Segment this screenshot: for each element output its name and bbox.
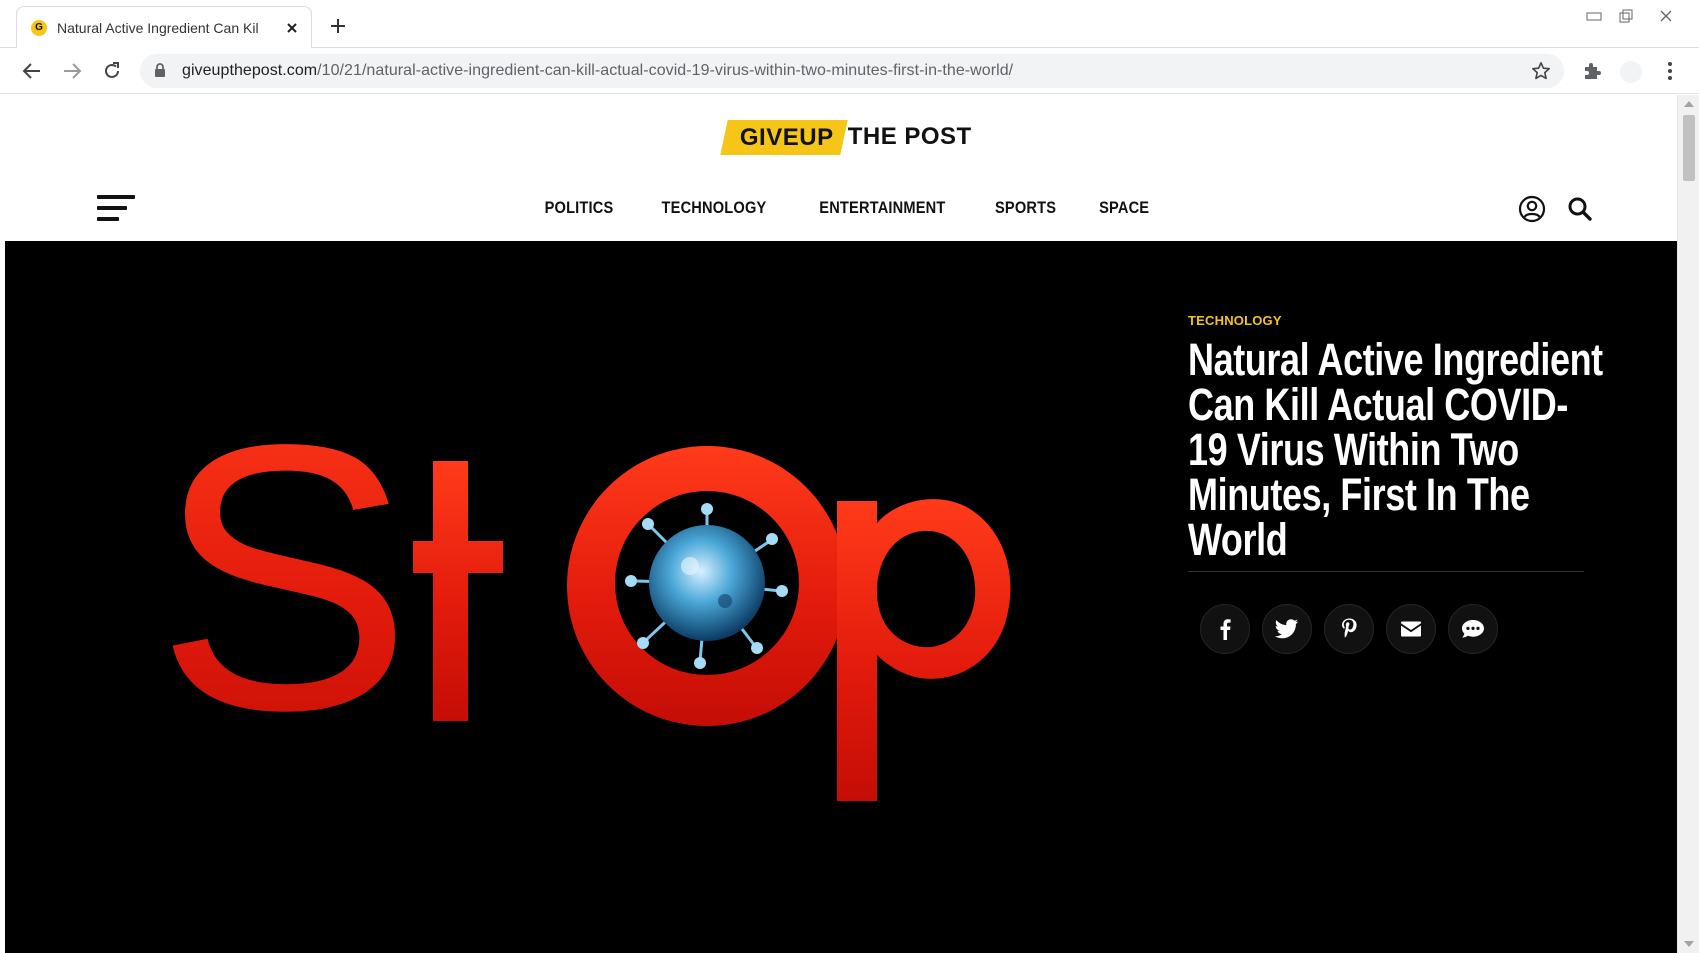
site-header: GIVEUP THE POST POLITICS TECHNOLOGY ENTE… bbox=[5, 95, 1677, 241]
search-icon[interactable] bbox=[1566, 195, 1594, 223]
logo-text: THE POST bbox=[847, 123, 972, 150]
browser-menu-icon[interactable] bbox=[1660, 59, 1680, 83]
featured-image: S bbox=[155, 411, 1011, 801]
article-hero: S TECHNOLOGY Natural Active Ingredient C… bbox=[5, 241, 1677, 953]
new-tab-button[interactable] bbox=[326, 14, 350, 38]
browser-tab-strip: G Natural Active Ingredient Can Kil bbox=[0, 0, 1699, 48]
user-account-icon[interactable] bbox=[1518, 195, 1546, 223]
back-arrow-icon[interactable] bbox=[19, 58, 45, 84]
twitter-icon bbox=[1275, 619, 1298, 639]
site-favicon-icon: G bbox=[31, 19, 47, 36]
page-scrollbar[interactable] bbox=[1677, 95, 1699, 953]
url-domain: giveupthepost.com bbox=[182, 62, 318, 79]
scroll-down-arrow-icon[interactable] bbox=[1684, 941, 1694, 947]
svg-text:S: S bbox=[155, 411, 413, 788]
facebook-icon bbox=[1220, 619, 1231, 640]
url-text[interactable]: giveupthepost.com/10/21/natural-active-i… bbox=[182, 62, 1530, 80]
url-path: /10/21/natural-active-ingredient-can-kil… bbox=[317, 62, 1014, 79]
profile-avatar[interactable] bbox=[1620, 61, 1642, 83]
article-title: Natural Active Ingredient Can Kill Actua… bbox=[1188, 334, 1603, 565]
email-icon bbox=[1401, 621, 1421, 637]
comment-icon bbox=[1462, 620, 1484, 638]
page-viewport: GIVEUP THE POST POLITICS TECHNOLOGY ENTE… bbox=[5, 95, 1677, 953]
pinterest-icon bbox=[1342, 618, 1357, 638]
main-navigation: POLITICS TECHNOLOGY ENTERTAINMENT SPORTS… bbox=[5, 191, 1677, 225]
logo-highlight-text: GIVEUP bbox=[739, 123, 834, 151]
facebook-share-button[interactable] bbox=[1200, 604, 1250, 654]
scrollbar-thumb[interactable] bbox=[1683, 115, 1695, 181]
nav-technology[interactable]: TECHNOLOGY bbox=[661, 191, 766, 225]
twitter-share-button[interactable] bbox=[1262, 604, 1312, 654]
browser-tab[interactable]: G Natural Active Ingredient Can Kil bbox=[16, 6, 312, 48]
scroll-up-arrow-icon[interactable] bbox=[1684, 101, 1694, 107]
article-category[interactable]: TECHNOLOGY bbox=[1188, 313, 1282, 328]
pinterest-share-button[interactable] bbox=[1324, 604, 1374, 654]
tab-title: Natural Active Ingredient Can Kil bbox=[57, 19, 259, 36]
nav-politics[interactable]: POLITICS bbox=[545, 191, 614, 225]
nav-entertainment[interactable]: ENTERTAINMENT bbox=[819, 191, 945, 225]
bookmark-star-icon[interactable] bbox=[1530, 60, 1552, 82]
minimize-button[interactable] bbox=[1580, 6, 1608, 26]
forward-arrow-icon[interactable] bbox=[59, 58, 85, 84]
site-logo[interactable]: GIVEUP THE POST bbox=[720, 117, 972, 157]
address-bar[interactable]: giveupthepost.com/10/21/natural-active-i… bbox=[140, 54, 1564, 88]
extensions-puzzle-icon[interactable] bbox=[1580, 59, 1604, 83]
reload-icon[interactable] bbox=[99, 58, 125, 84]
close-window-button[interactable] bbox=[1652, 6, 1680, 26]
email-share-button[interactable] bbox=[1386, 604, 1436, 654]
browser-toolbar: giveupthepost.com/10/21/natural-active-i… bbox=[0, 48, 1699, 94]
restore-button[interactable] bbox=[1612, 6, 1640, 26]
logo-highlight: GIVEUP bbox=[720, 119, 848, 155]
share-buttons bbox=[1200, 604, 1498, 654]
title-divider bbox=[1188, 571, 1584, 572]
nav-space[interactable]: SPACE bbox=[1099, 191, 1149, 225]
comment-button[interactable] bbox=[1448, 604, 1498, 654]
close-tab-icon[interactable] bbox=[283, 19, 301, 37]
lock-icon[interactable] bbox=[154, 63, 168, 79]
nav-sports[interactable]: SPORTS bbox=[995, 191, 1056, 225]
